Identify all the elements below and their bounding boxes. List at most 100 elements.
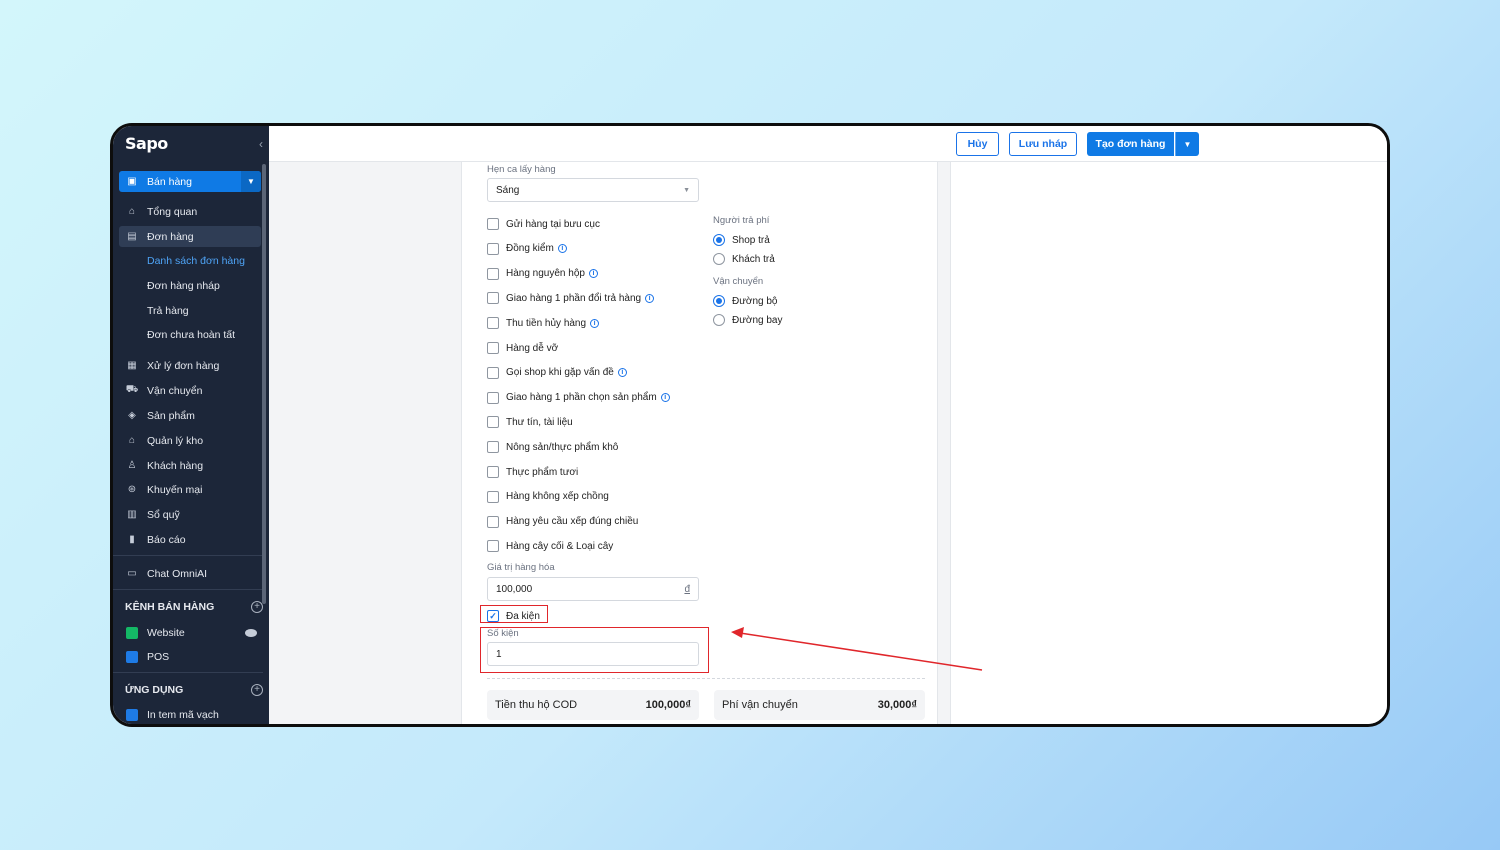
cancel-button[interactable]: Hủy — [956, 132, 999, 156]
sidebar-item-cashbook[interactable]: ▥ Sổ quỹ — [119, 504, 261, 525]
option-checkbox-row[interactable]: Thư tín, tài liệu — [487, 414, 573, 430]
sidebar-item-overview[interactable]: ⌂ Tổng quan — [119, 201, 261, 222]
option-checkbox-row[interactable]: Hàng cây cối & Loại cây — [487, 538, 613, 554]
cod-label: Tiền thu hộ COD — [495, 699, 578, 711]
sidebar-item-label: Sổ quỹ — [147, 508, 180, 521]
option-checkbox-row[interactable]: Giao hàng 1 phần đổi trả hàng i — [487, 290, 655, 306]
radio-unchecked[interactable] — [713, 314, 725, 326]
checkbox-unchecked[interactable] — [487, 242, 499, 255]
apps-heading: ỨNG DỤNG + — [125, 680, 263, 700]
sales-channels-title: KÊNH BÁN HÀNG — [125, 601, 215, 613]
create-order-button[interactable]: Tạo đơn hàng — [1087, 132, 1174, 156]
sidebar-item-label: POS — [147, 650, 170, 663]
option-label: Hàng không xếp chồng — [506, 491, 609, 503]
multi-package-checkbox-row[interactable]: ✓ Đa kiện — [487, 608, 540, 624]
checkbox-unchecked[interactable] — [487, 441, 499, 454]
option-checkbox-row[interactable]: Hàng nguyên hộp i — [487, 266, 598, 282]
info-icon[interactable]: i — [588, 269, 598, 279]
payer-label: Người trả phí — [713, 215, 770, 226]
plus-icon[interactable]: + — [251, 684, 263, 696]
checkbox-unchecked[interactable] — [487, 267, 499, 280]
checkbox-unchecked[interactable] — [487, 292, 499, 305]
save-draft-button[interactable]: Lưu nháp — [1009, 132, 1077, 156]
topbar: Hủy Lưu nháp Tạo đơn hàng ▼ — [269, 126, 1387, 162]
info-icon[interactable]: i — [557, 244, 567, 254]
sidebar-item-barcode[interactable]: In tem mã vạch — [119, 704, 261, 724]
option-label: Thu tiền hủy hàng — [506, 317, 587, 329]
sidebar-item-customers[interactable]: ♙ Khách hàng — [119, 455, 261, 476]
ledger-icon: ▥ — [127, 509, 137, 520]
sidebar-divider — [113, 672, 263, 673]
checkbox-unchecked[interactable] — [487, 342, 499, 354]
shipping-fee-summary: Phí vận chuyển 30,000₫ — [714, 690, 925, 720]
payer-shop[interactable]: Shop trả — [713, 232, 770, 248]
checkbox-unchecked[interactable] — [487, 416, 499, 429]
option-checkbox-row[interactable]: Đồng kiểm i — [487, 241, 567, 257]
package-count: 1 — [496, 648, 502, 660]
chat-icon: ▭ — [127, 568, 137, 579]
sidebar-item-reports[interactable]: ▮ Báo cáo — [119, 529, 261, 550]
sidebar-sub-order-list[interactable]: Danh sách đơn hàng — [147, 251, 245, 271]
eye-icon[interactable] — [245, 628, 257, 637]
sidebar-divider — [113, 555, 263, 556]
checkbox-unchecked[interactable] — [487, 466, 499, 478]
info-icon[interactable]: i — [645, 293, 655, 303]
sidebar-sub-draft-orders[interactable]: Đơn hàng nháp — [147, 276, 220, 296]
sidebar-item-promotions[interactable]: ⊛ Khuyến mại — [119, 479, 261, 500]
shipping-air[interactable]: Đường bay — [713, 312, 783, 328]
option-checkbox-row[interactable]: Hàng không xếp chồng — [487, 489, 609, 505]
logo-row: Sapo ‹ — [125, 134, 263, 156]
option-checkbox-row[interactable]: Giao hàng 1 phần chọn sản phẩm i — [487, 390, 670, 406]
sidebar-item-label: Đơn hàng — [147, 230, 194, 243]
option-checkbox-row[interactable]: Nông sản/thực phẩm khô — [487, 439, 618, 455]
sidebar-item-products[interactable]: ◈ Sản phẩm — [119, 405, 261, 426]
shipping-road[interactable]: Đường bộ — [713, 293, 778, 309]
checkbox-unchecked[interactable] — [487, 515, 499, 528]
sidebar: Sapo ‹ ▣ Bán hàng ▼ ⌂ Tổng quan ▤ Đơn hà… — [113, 126, 269, 724]
radio-unchecked[interactable] — [713, 253, 725, 265]
option-checkbox-row[interactable]: Thu tiền hủy hàng i — [487, 315, 600, 331]
sidebar-sub-incomplete[interactable]: Đơn chưa hoàn tất — [147, 325, 235, 345]
radio-checked[interactable] — [713, 234, 725, 246]
sidebar-item-shipping[interactable]: ⛟ Vận chuyển — [119, 380, 261, 401]
chevron-down-icon[interactable]: ▼ — [1175, 132, 1199, 156]
checkbox-unchecked[interactable] — [487, 540, 499, 553]
sidebar-item-warehouse[interactable]: ⌂ Quản lý kho — [119, 430, 261, 451]
radio-checked[interactable] — [713, 295, 725, 307]
chevron-down-icon[interactable]: ▼ — [241, 171, 261, 192]
sidebar-item-website[interactable]: Website — [119, 622, 261, 643]
sidebar-item-orders[interactable]: ▤ Đơn hàng — [119, 226, 261, 247]
checkbox-unchecked[interactable] — [487, 218, 499, 230]
chevron-left-icon[interactable]: ‹ — [259, 137, 263, 151]
option-label: Thư tín, tài liệu — [506, 416, 573, 428]
box-icon: ◈ — [128, 410, 136, 421]
option-label: Nông sản/thực phẩm khô — [506, 441, 619, 453]
pickup-select[interactable]: Sáng ▼ — [487, 178, 699, 202]
sidebar-sub-returns[interactable]: Trả hàng — [147, 301, 189, 321]
sidebar-item-sales[interactable]: ▣ Bán hàng ▼ — [119, 171, 261, 192]
sidebar-item-process-orders[interactable]: ▦ Xử lý đơn hàng — [119, 355, 261, 376]
goods-value-input[interactable]: 100,000 đ — [487, 577, 699, 601]
info-icon[interactable]: i — [590, 318, 600, 328]
option-checkbox-row[interactable]: Hàng yêu cầu xếp đúng chiều — [487, 514, 638, 530]
payer-customer[interactable]: Khách trả — [713, 251, 775, 267]
checkbox-unchecked[interactable] — [487, 366, 499, 379]
package-count-input[interactable]: 1 — [487, 642, 699, 666]
checkbox-unchecked[interactable] — [487, 490, 499, 503]
option-label: Hàng yêu cầu xếp đúng chiều — [506, 516, 639, 528]
sidebar-item-label: Bán hàng — [147, 175, 192, 188]
checkbox-unchecked[interactable] — [487, 317, 499, 330]
checkbox-checked[interactable]: ✓ — [487, 610, 499, 622]
option-checkbox-row[interactable]: Thực phẩm tươi — [487, 464, 578, 480]
sidebar-item-pos[interactable]: POS — [119, 646, 261, 667]
option-checkbox-row[interactable]: Hàng dễ vỡ — [487, 340, 558, 356]
info-icon[interactable]: i — [660, 393, 670, 403]
checkbox-unchecked[interactable] — [487, 391, 499, 404]
sidebar-item-chat-omniai[interactable]: ▭ Chat OmniAI — [119, 563, 261, 584]
info-icon[interactable]: i — [617, 368, 627, 378]
option-checkbox-row[interactable]: Gọi shop khi gặp vấn đề i — [487, 365, 627, 381]
radio-label: Khách trả — [732, 253, 775, 265]
user-icon: ♙ — [127, 460, 137, 471]
sidebar-scrollbar[interactable] — [262, 164, 266, 604]
option-checkbox-row[interactable]: Gửi hàng tại bưu cục — [487, 216, 600, 232]
